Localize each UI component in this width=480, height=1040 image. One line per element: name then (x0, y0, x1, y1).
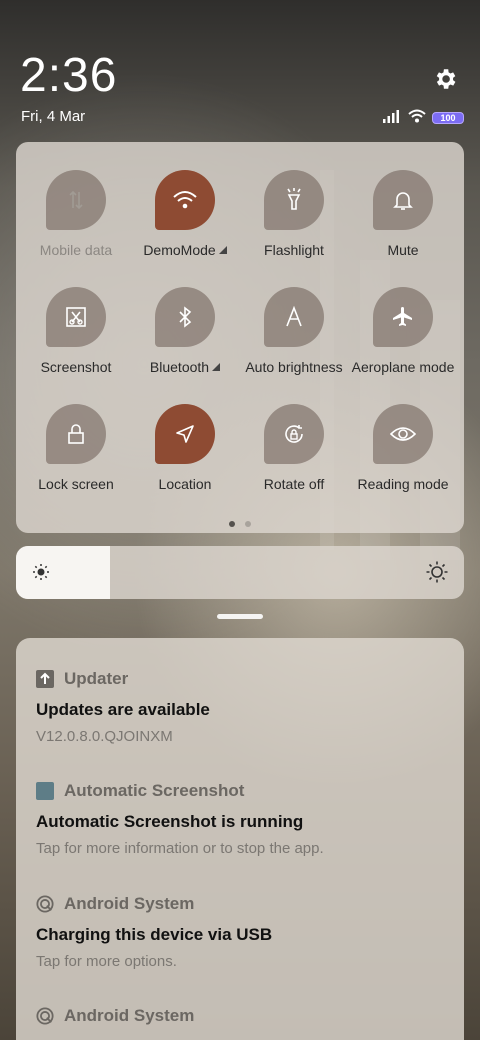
updater-icon (36, 670, 54, 688)
notification-app-name: Updater (64, 669, 129, 688)
drag-handle[interactable] (217, 614, 263, 619)
bluetooth-icon (155, 287, 215, 347)
notification-body: Tap for more options. (36, 953, 177, 970)
tile-mobile-data[interactable]: Mobile data (20, 170, 132, 258)
tile-screenshot[interactable]: Screenshot (20, 287, 132, 375)
android-system-icon (36, 1007, 54, 1025)
tile-reading-mode[interactable]: Reading mode (347, 404, 459, 492)
gear-icon[interactable] (432, 66, 458, 92)
location-icon (155, 404, 215, 464)
app-square-icon (36, 782, 54, 800)
notification-app-name: Android System (64, 1006, 195, 1025)
notification-title: Automatic Screenshot is running (36, 812, 304, 831)
tile-mute[interactable]: Mute (347, 170, 459, 258)
tile-label: Rotate off (263, 476, 325, 492)
sun-large-icon (426, 561, 448, 588)
brightness-fill (16, 546, 111, 599)
tile-label: Auto brightness (245, 359, 343, 375)
notification-title: Charging this device via USB (36, 925, 273, 944)
notification-item[interactable]: Android System (36, 1005, 444, 1027)
expand-triangle-icon (218, 246, 227, 254)
tile-label: Flashlight (264, 242, 324, 258)
notification-app-name: Android System (64, 894, 195, 913)
page-dot (245, 521, 251, 527)
tile-location[interactable]: Location (129, 404, 241, 492)
signal-icon (382, 109, 402, 128)
rotate-lock-icon (264, 404, 324, 464)
date-label: Fri, 4 Mar (21, 108, 86, 125)
tile-auto-brightness[interactable]: Auto brightness (238, 287, 350, 375)
sun-small-icon (32, 563, 50, 586)
brightness-slider[interactable] (16, 546, 464, 599)
clock-time: 2:36 (20, 49, 118, 102)
tile-bluetooth[interactable]: Bluetooth (129, 287, 241, 375)
tile-flashlight[interactable]: Flashlight (238, 170, 350, 258)
tile-label: Mobile data (39, 242, 113, 258)
android-system-icon (36, 895, 54, 913)
tile-lock-screen[interactable]: Lock screen (20, 404, 132, 492)
tile-label: Mute (387, 242, 419, 258)
mobile-data-icon (46, 170, 106, 230)
notification-app-name: Automatic Screenshot (64, 781, 245, 800)
lock-icon (46, 404, 106, 464)
page-dot-active (229, 521, 235, 527)
tile-label: Aeroplane mode (351, 359, 455, 375)
bell-icon (373, 170, 433, 230)
tile-label: Reading mode (357, 476, 449, 492)
status-icons: 100 (382, 109, 464, 128)
wifi-icon (408, 109, 426, 128)
notification-panel: Updater Updates are available V12.0.8.0.… (16, 638, 464, 1040)
page-indicator (16, 521, 464, 527)
notification-item[interactable]: Automatic Screenshot Automatic Screensho… (36, 780, 444, 857)
tile-label: DemoMode (129, 242, 241, 258)
expand-triangle-icon (212, 363, 221, 371)
tile-demomode[interactable]: DemoMode (129, 170, 241, 258)
notification-item[interactable]: Android System Charging this device via … (36, 893, 444, 970)
tile-label: Bluetooth (129, 359, 241, 375)
eye-icon (373, 404, 433, 464)
tile-rotate-off[interactable]: Rotate off (238, 404, 350, 492)
tile-label: Location (158, 476, 212, 492)
notification-item[interactable]: Updater Updates are available V12.0.8.0.… (36, 668, 444, 745)
quick-settings-panel: Mobile data DemoMode Flashlight Mute Scr… (16, 142, 464, 533)
tile-label: Lock screen (38, 476, 114, 492)
notification-title: Updates are available (36, 700, 210, 719)
notification-body: V12.0.8.0.QJOINXM (36, 728, 173, 745)
battery-indicator: 100 (432, 112, 464, 124)
wifi-icon (155, 170, 215, 230)
flashlight-icon (264, 170, 324, 230)
screenshot-icon (46, 287, 106, 347)
auto-brightness-icon (264, 287, 324, 347)
airplane-icon (373, 287, 433, 347)
tile-label: Screenshot (40, 359, 112, 375)
notification-body: Tap for more information or to stop the … (36, 840, 324, 857)
tile-aeroplane-mode[interactable]: Aeroplane mode (347, 287, 459, 375)
